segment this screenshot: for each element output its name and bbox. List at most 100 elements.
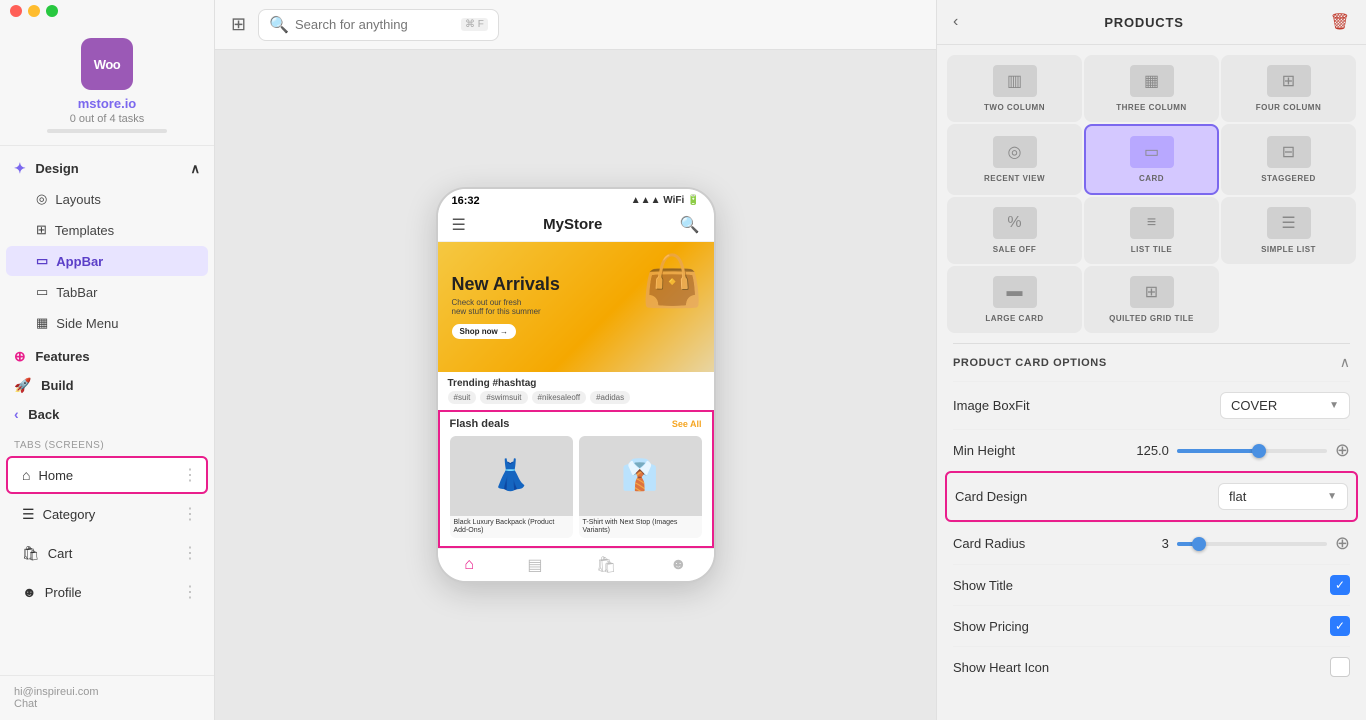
type-recent-view[interactable]: ◎ RECENT VIEW (947, 124, 1082, 195)
minimize-button[interactable] (28, 5, 40, 17)
home-tab-dots[interactable]: ⋮ (182, 465, 196, 485)
card-radius-thumb[interactable] (1192, 537, 1206, 551)
tabbar-icon: ▭ (36, 284, 48, 300)
sidebar-item-layouts[interactable]: ◎ Layouts (6, 184, 208, 214)
see-all-link[interactable]: See All (672, 419, 702, 429)
card-label: CARD (1139, 174, 1164, 183)
three-column-label: THREE COLUMN (1116, 103, 1186, 112)
card-radius-plus[interactable]: ⊕ (1335, 533, 1350, 554)
product-card-1[interactable]: 👔 T-Shirt with Next Stop (Images Variant… (579, 436, 702, 539)
features-header[interactable]: ⊕ Features (0, 342, 214, 371)
min-height-thumb[interactable] (1252, 444, 1266, 458)
min-height-plus[interactable]: ⊕ (1335, 440, 1350, 461)
back-header[interactable]: ‹ Back (0, 400, 214, 428)
four-column-icon: ⊞ (1267, 65, 1311, 97)
panel-back-button[interactable]: ‹ (953, 13, 958, 31)
hashtag-2[interactable]: #nikesaleoff (532, 391, 587, 404)
panel-title: PRODUCTS (1104, 15, 1183, 30)
hashtag-0[interactable]: #suit (448, 391, 477, 404)
phone-nav-home[interactable]: ⌂ (464, 556, 474, 574)
appbar-icon: ▭ (36, 253, 48, 269)
phone-hashtags: #suit #swimsuit #nikesaleoff #adidas (438, 391, 714, 410)
min-height-slider[interactable] (1177, 449, 1327, 453)
type-three-column[interactable]: ▦ THREE COLUMN (1084, 55, 1219, 122)
type-four-column[interactable]: ⊞ FOUR COLUMN (1221, 55, 1356, 122)
sidebar-item-templates[interactable]: ⊞ Templates (6, 215, 208, 245)
image-boxfit-value: COVER (1231, 398, 1277, 413)
show-title-checkbox[interactable]: ✓ (1330, 575, 1350, 595)
sidebar-item-tabbar[interactable]: ▭ TabBar (6, 277, 208, 307)
min-height-slider-row: 125.0 ⊕ (1015, 440, 1350, 461)
search-icon: 🔍 (269, 15, 289, 35)
grid-icon[interactable]: ⊞ (231, 14, 246, 35)
phone-banner: New Arrivals Check out our freshnew stuf… (438, 242, 714, 372)
hashtag-3[interactable]: #adidas (590, 391, 630, 404)
image-boxfit-select[interactable]: COVER ▼ (1220, 392, 1350, 419)
type-card[interactable]: ▭ CARD (1084, 124, 1219, 195)
design-collapse-icon: ∧ (190, 161, 200, 177)
card-design-select[interactable]: flat ▼ (1218, 483, 1348, 510)
type-list-tile[interactable]: ≡ LIST TILE (1084, 197, 1219, 264)
phone-nav-cart[interactable]: 🛍 (596, 555, 616, 575)
chat-label[interactable]: Chat (14, 698, 37, 710)
show-pricing-label: Show Pricing (953, 619, 1029, 634)
close-button[interactable] (10, 5, 22, 17)
product-img-1: 👔 (579, 436, 702, 516)
back-label: Back (28, 407, 59, 422)
show-heart-label: Show Heart Icon (953, 660, 1049, 675)
option-image-boxfit: Image BoxFit COVER ▼ (953, 381, 1350, 429)
category-tab-dots[interactable]: ⋮ (182, 504, 196, 524)
product-name-1: T-Shirt with Next Stop (Images Variants) (579, 516, 702, 539)
type-sale-off[interactable]: % SALE OFF (947, 197, 1082, 264)
phone-banner-btn[interactable]: Shop now → (452, 324, 516, 339)
profile-tab-dots[interactable]: ⋮ (182, 582, 196, 602)
option-show-pricing: Show Pricing ✓ (953, 605, 1350, 646)
phone-nav-profile[interactable]: ☻ (670, 556, 687, 574)
options-collapse-btn[interactable]: ∧ (1340, 354, 1350, 371)
quilted-label: QUILTED GRID TILE (1109, 314, 1194, 323)
product-card-0[interactable]: 👗 Black Luxury Backpack (Product Add-Ons… (450, 436, 573, 539)
phone-mockup: 16:32 ▲▲▲ WiFi 🔋 ☰ MyStore 🔍 New Arrival… (436, 187, 716, 584)
type-staggered[interactable]: ⊟ STAGGERED (1221, 124, 1356, 195)
sidebar-item-sidemenu[interactable]: ▦ Side Menu (6, 308, 208, 338)
image-boxfit-label: Image BoxFit (953, 398, 1030, 413)
panel-trash-button[interactable]: 🗑 (1330, 12, 1350, 32)
tab-home[interactable]: ⌂ Home ⋮ (6, 456, 208, 494)
type-quilted-grid[interactable]: ⊞ QUILTED GRID TILE (1084, 266, 1219, 333)
card-radius-slider[interactable] (1177, 542, 1327, 546)
topbar: ⊞ 🔍 ⌘ F (215, 0, 936, 50)
tab-profile[interactable]: ☻ Profile ⋮ (6, 573, 208, 611)
search-bar: 🔍 ⌘ F (258, 9, 499, 41)
profile-tab-label: Profile (45, 585, 82, 600)
sale-off-icon: % (993, 207, 1037, 239)
phone-banner-sub: Check out our freshnew stuff for this su… (452, 298, 560, 316)
show-heart-checkbox[interactable] (1330, 657, 1350, 677)
cart-tab-dots[interactable]: ⋮ (182, 543, 196, 563)
boxfit-arrow-icon: ▼ (1329, 400, 1339, 411)
design-section-header[interactable]: ✦ Design ∧ (0, 154, 214, 183)
min-height-value: 125.0 (1134, 443, 1169, 458)
tab-category[interactable]: ☰ Category ⋮ (6, 495, 208, 533)
footer-email: hi@inspireui.com (14, 686, 99, 698)
appbar-label: AppBar (56, 254, 103, 269)
show-pricing-checkbox[interactable]: ✓ (1330, 616, 1350, 636)
phone-menu-icon[interactable]: ☰ (452, 215, 466, 235)
sidebar-footer: hi@inspireui.com Chat (0, 675, 214, 720)
product-name-0: Black Luxury Backpack (Product Add-Ons) (450, 516, 573, 539)
phone-search-icon[interactable]: 🔍 (680, 215, 700, 235)
build-header[interactable]: 🚀 Build (0, 371, 214, 400)
hashtag-1[interactable]: #swimsuit (480, 391, 527, 404)
tab-cart[interactable]: 🛍 Cart ⋮ (6, 534, 208, 572)
profile-tab-icon: ☻ (22, 584, 37, 600)
right-panel: ‹ PRODUCTS 🗑 ▥ TWO COLUMN ▦ THREE COLUMN… (936, 0, 1366, 720)
type-two-column[interactable]: ▥ TWO COLUMN (947, 55, 1082, 122)
search-input[interactable] (295, 17, 455, 32)
maximize-button[interactable] (46, 5, 58, 17)
titlebar (0, 0, 215, 22)
type-simple-list[interactable]: ☰ SIMPLE LIST (1221, 197, 1356, 264)
card-design-label: Card Design (955, 489, 1027, 504)
type-large-card[interactable]: ▬ LARGE CARD (947, 266, 1082, 333)
sidebar-item-appbar[interactable]: ▭ AppBar (6, 246, 208, 276)
phone-nav-category[interactable]: ▤ (527, 555, 542, 575)
flash-deals-section: Flash deals See All 👗 Black Luxury Backp… (438, 410, 714, 549)
